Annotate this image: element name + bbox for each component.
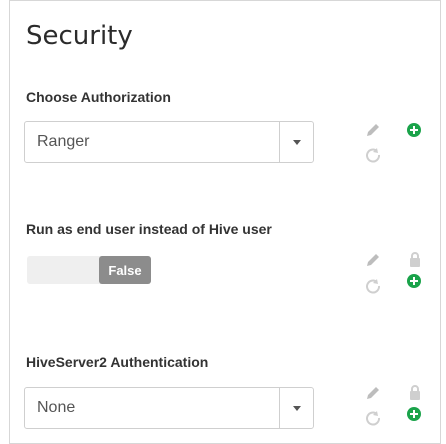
pencil-icon[interactable] (364, 121, 382, 139)
hiveserver2-authentication-label: HiveServer2 Authentication (26, 354, 209, 370)
undo-icon[interactable] (364, 146, 382, 164)
security-panel: Security Choose Authorization Ranger Run… (9, 0, 441, 444)
run-as-end-user-label: Run as end user instead of Hive user (26, 221, 272, 237)
lock-icon[interactable] (408, 250, 422, 268)
choose-authorization-label: Choose Authorization (26, 89, 171, 105)
hiveserver2-authentication-value: None (37, 399, 76, 416)
hiveserver2-authentication-caret[interactable] (279, 388, 313, 428)
plus-circle-icon[interactable] (406, 122, 422, 138)
authorization-select-value: Ranger (37, 133, 90, 150)
undo-icon[interactable] (364, 409, 382, 427)
chevron-down-icon (293, 140, 301, 145)
plus-circle-icon[interactable] (406, 273, 422, 289)
authorization-select-caret[interactable] (279, 122, 313, 162)
section-title: Security (26, 21, 133, 51)
run-as-end-user-toggle[interactable]: False (27, 256, 151, 284)
plus-circle-icon[interactable] (406, 406, 422, 422)
undo-icon[interactable] (364, 277, 382, 295)
chevron-down-icon (293, 406, 301, 411)
pencil-icon[interactable] (364, 251, 382, 269)
pencil-icon[interactable] (364, 384, 382, 402)
authorization-select[interactable]: Ranger (24, 121, 314, 163)
hiveserver2-authentication-select[interactable]: None (24, 387, 314, 429)
lock-icon[interactable] (408, 383, 422, 401)
toggle-state: False (99, 256, 151, 284)
